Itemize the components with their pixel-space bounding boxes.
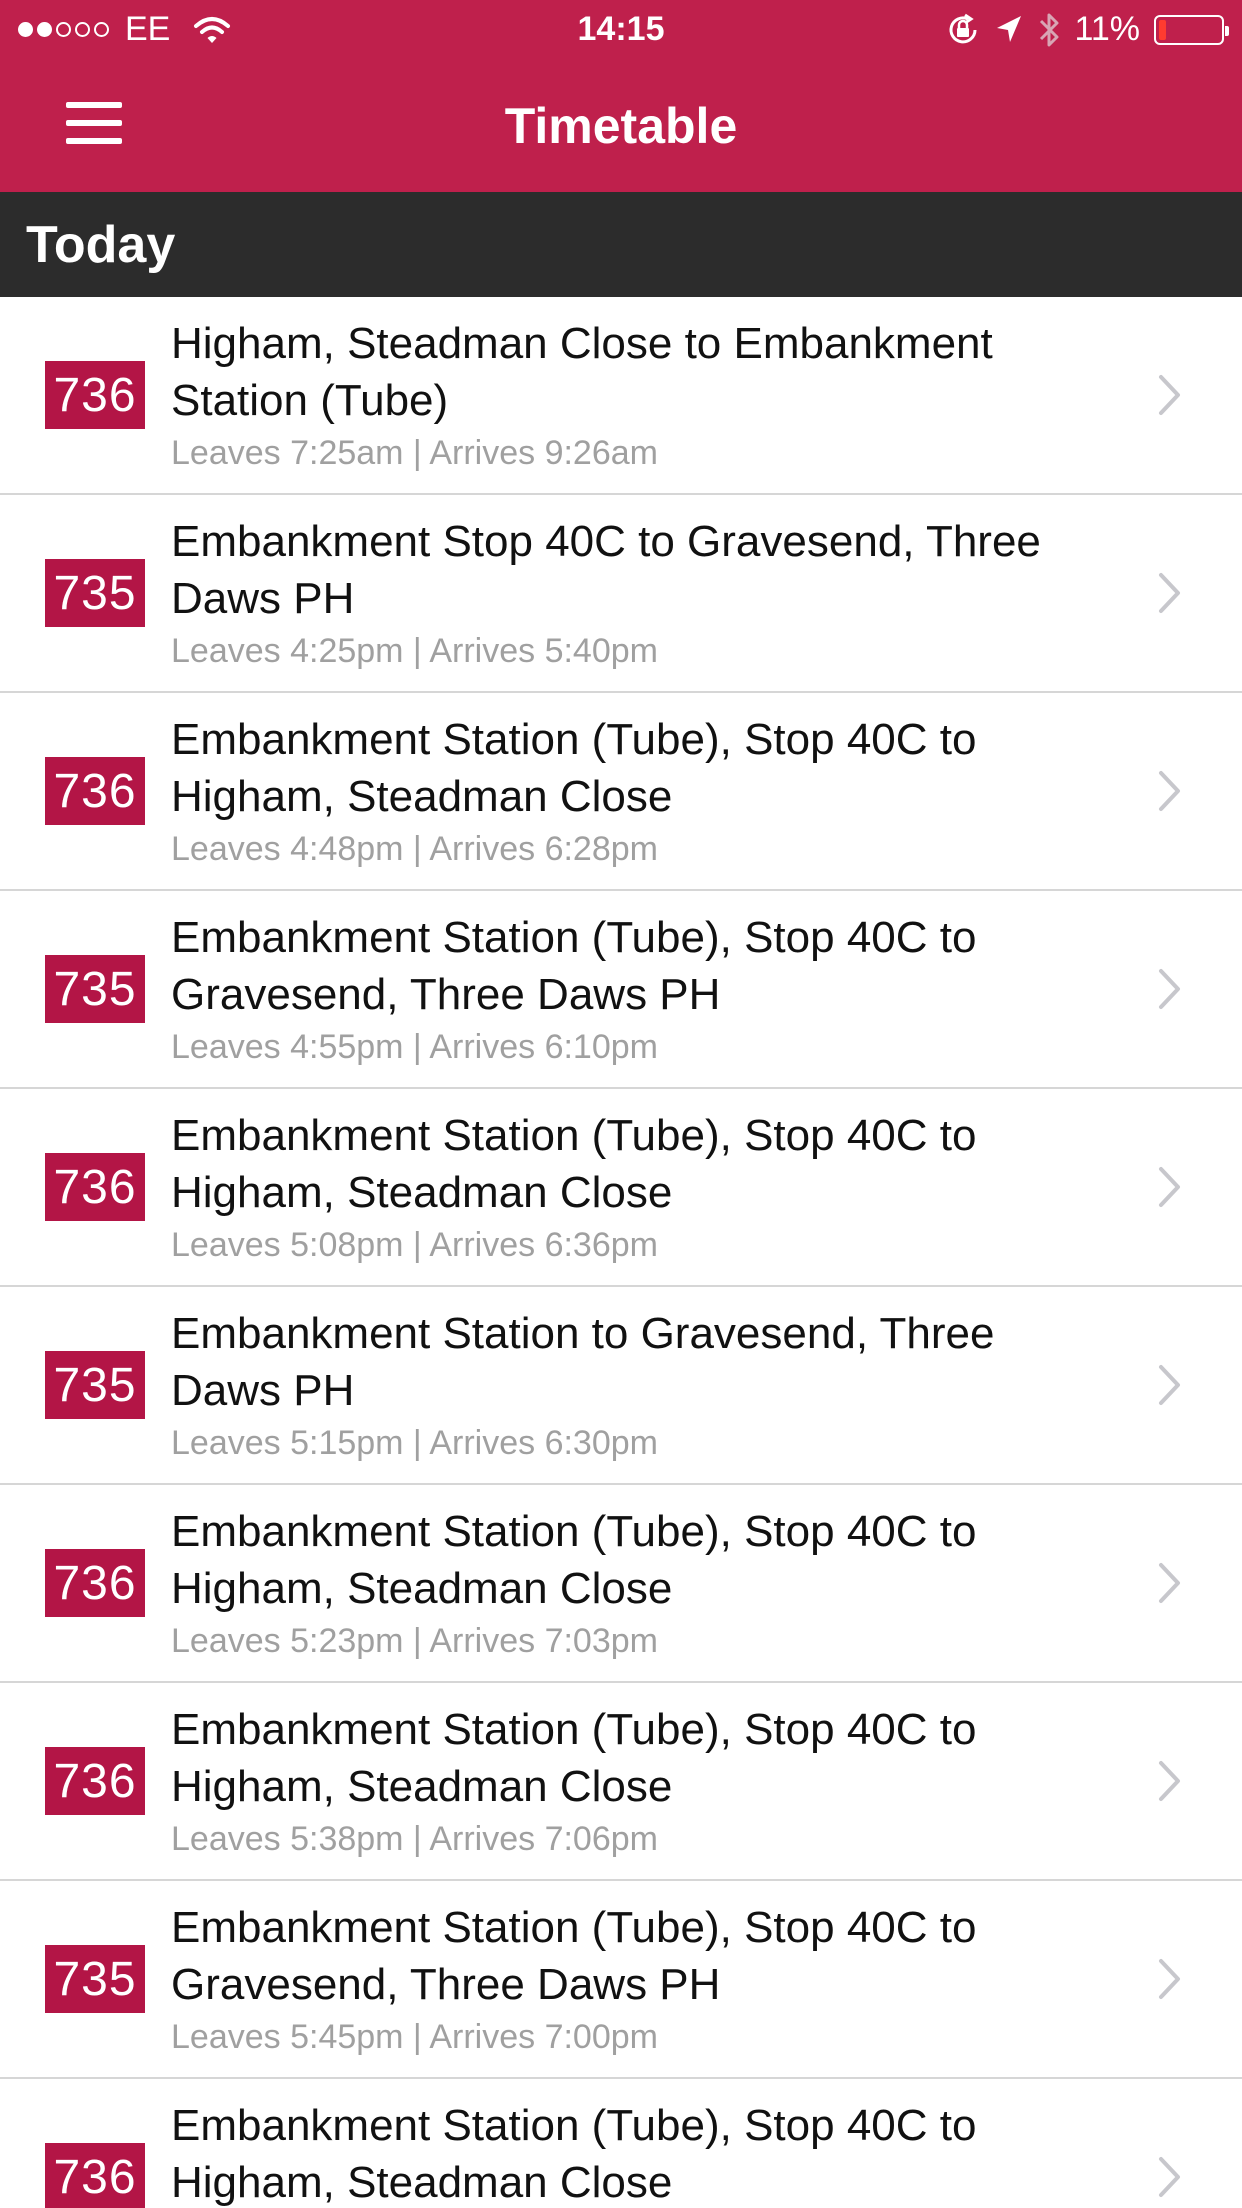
battery-level — [1159, 19, 1166, 40]
route-number-badge: 735 — [45, 955, 145, 1023]
journey-route: Higham, Steadman Close to Embankment Sta… — [171, 319, 993, 425]
menu-button[interactable] — [66, 102, 122, 144]
journey-row[interactable]: 736 Higham, Steadman Close to Embankment … — [0, 297, 1242, 495]
bluetooth-icon — [1040, 13, 1059, 46]
chevron-right-icon — [1159, 1761, 1180, 1801]
page-title: Timetable — [504, 98, 738, 154]
journey-route: Embankment Station (Tube), Stop 40C to H… — [171, 715, 977, 821]
journey-route: Embankment Station (Tube), Stop 40C to H… — [171, 1705, 977, 1811]
battery-percentage: 11% — [1074, 10, 1140, 48]
battery-icon — [1154, 14, 1229, 45]
journey-times: Leaves 4:48pm | Arrives 6:28pm — [171, 830, 658, 868]
journey-times: Leaves 4:55pm | Arrives 6:10pm — [171, 1028, 658, 1066]
chevron-right-icon — [1159, 1563, 1180, 1603]
journey-times: Leaves 5:45pm | Arrives 7:00pm — [171, 2018, 658, 2056]
journey-row[interactable]: 736 Embankment Station (Tube), Stop 40C t… — [0, 1683, 1242, 1881]
journey-list: 736 Higham, Steadman Close to Embankment … — [0, 297, 1242, 2208]
journey-row[interactable]: 736 Embankment Station (Tube), Stop 40C t… — [0, 693, 1242, 891]
journey-route: Embankment Station to Gravesend, Three D… — [171, 1309, 995, 1415]
journey-times: Leaves 5:15pm | Arrives 6:30pm — [171, 1424, 658, 1462]
hamburger-menu-icon — [66, 120, 122, 126]
journey-text: Embankment Station (Tube), Stop 40C to H… — [171, 1107, 1092, 1265]
route-number-badge: 736 — [45, 1549, 145, 1617]
journey-text: Embankment Station (Tube), Stop 40C to H… — [171, 711, 1092, 869]
journey-times: Leaves 7:25am | Arrives 9:26am — [171, 434, 658, 472]
chevron-right-icon — [1159, 969, 1180, 1009]
journey-text: Higham, Steadman Close to Embankment Sta… — [171, 315, 1092, 473]
chevron-right-icon — [1159, 1167, 1180, 1207]
journey-text: Embankment Station (Tube), Stop 40C to H… — [171, 2097, 1092, 2208]
journey-text: Embankment Station (Tube), Stop 40C to G… — [171, 1899, 1092, 2057]
journey-text: Embankment Station (Tube), Stop 40C to G… — [171, 909, 1092, 1067]
chevron-right-icon — [1159, 1365, 1180, 1405]
journey-row[interactable]: 736 Embankment Station (Tube), Stop 40C t… — [0, 1485, 1242, 1683]
hamburger-menu-icon — [66, 102, 122, 108]
journey-row[interactable]: 735 Embankment Station to Gravesend, Thre… — [0, 1287, 1242, 1485]
journey-times: Leaves 5:08pm | Arrives 6:36pm — [171, 1226, 658, 1264]
journey-row[interactable]: 735 Embankment Stop 40C to Gravesend, Thr… — [0, 495, 1242, 693]
journey-row[interactable]: 735 Embankment Station (Tube), Stop 40C t… — [0, 891, 1242, 1089]
chevron-right-icon — [1159, 375, 1180, 415]
route-number-badge: 736 — [45, 1747, 145, 1815]
location-icon — [997, 15, 1022, 42]
route-number-badge: 735 — [45, 1351, 145, 1419]
app-header: EE 14:15 11% Timetable — [0, 0, 1242, 192]
chevron-right-icon — [1159, 2157, 1180, 2197]
journey-text: Embankment Station (Tube), Stop 40C to H… — [171, 1701, 1092, 1859]
section-header-today: Today — [0, 192, 1242, 297]
journey-row[interactable]: 736 Embankment Station (Tube), Stop 40C t… — [0, 2079, 1242, 2208]
status-right: 11% — [946, 10, 1229, 49]
app-screen: EE 14:15 11% Timetable Today 736 Higham,… — [0, 0, 1242, 2208]
journey-route: Embankment Station (Tube), Stop 40C to G… — [171, 913, 977, 1019]
route-number-badge: 736 — [45, 2143, 145, 2208]
chevron-right-icon — [1159, 573, 1180, 613]
journey-route: Embankment Station (Tube), Stop 40C to H… — [171, 1111, 977, 1217]
chevron-right-icon — [1159, 771, 1180, 811]
journey-text: Embankment Stop 40C to Gravesend, Three … — [171, 513, 1092, 671]
route-number-badge: 735 — [45, 1945, 145, 2013]
journey-text: Embankment Station (Tube), Stop 40C to H… — [171, 1503, 1092, 1661]
journey-row[interactable]: 736 Embankment Station (Tube), Stop 40C t… — [0, 1089, 1242, 1287]
chevron-right-icon — [1159, 1959, 1180, 1999]
route-number-badge: 736 — [45, 757, 145, 825]
status-bar: EE 14:15 11% — [0, 0, 1242, 60]
rotation-lock-icon — [950, 13, 977, 43]
journey-route: Embankment Stop 40C to Gravesend, Three … — [171, 517, 1041, 623]
journey-route: Embankment Station (Tube), Stop 40C to G… — [171, 1903, 977, 2009]
journey-row[interactable]: 735 Embankment Station (Tube), Stop 40C t… — [0, 1881, 1242, 2079]
navigation-bar: Timetable — [0, 60, 1242, 192]
journey-route: Embankment Station (Tube), Stop 40C to H… — [171, 1507, 977, 1613]
route-number-badge: 736 — [45, 361, 145, 429]
journey-times: Leaves 5:38pm | Arrives 7:06pm — [171, 1820, 658, 1858]
journey-times: Leaves 5:23pm | Arrives 7:03pm — [171, 1622, 658, 1660]
journey-text: Embankment Station to Gravesend, Three D… — [171, 1305, 1092, 1463]
hamburger-menu-icon — [66, 138, 122, 144]
journey-times: Leaves 4:25pm | Arrives 5:40pm — [171, 632, 658, 670]
route-number-badge: 736 — [45, 1153, 145, 1221]
journey-route: Embankment Station (Tube), Stop 40C to H… — [171, 2101, 977, 2207]
route-number-badge: 735 — [45, 559, 145, 627]
